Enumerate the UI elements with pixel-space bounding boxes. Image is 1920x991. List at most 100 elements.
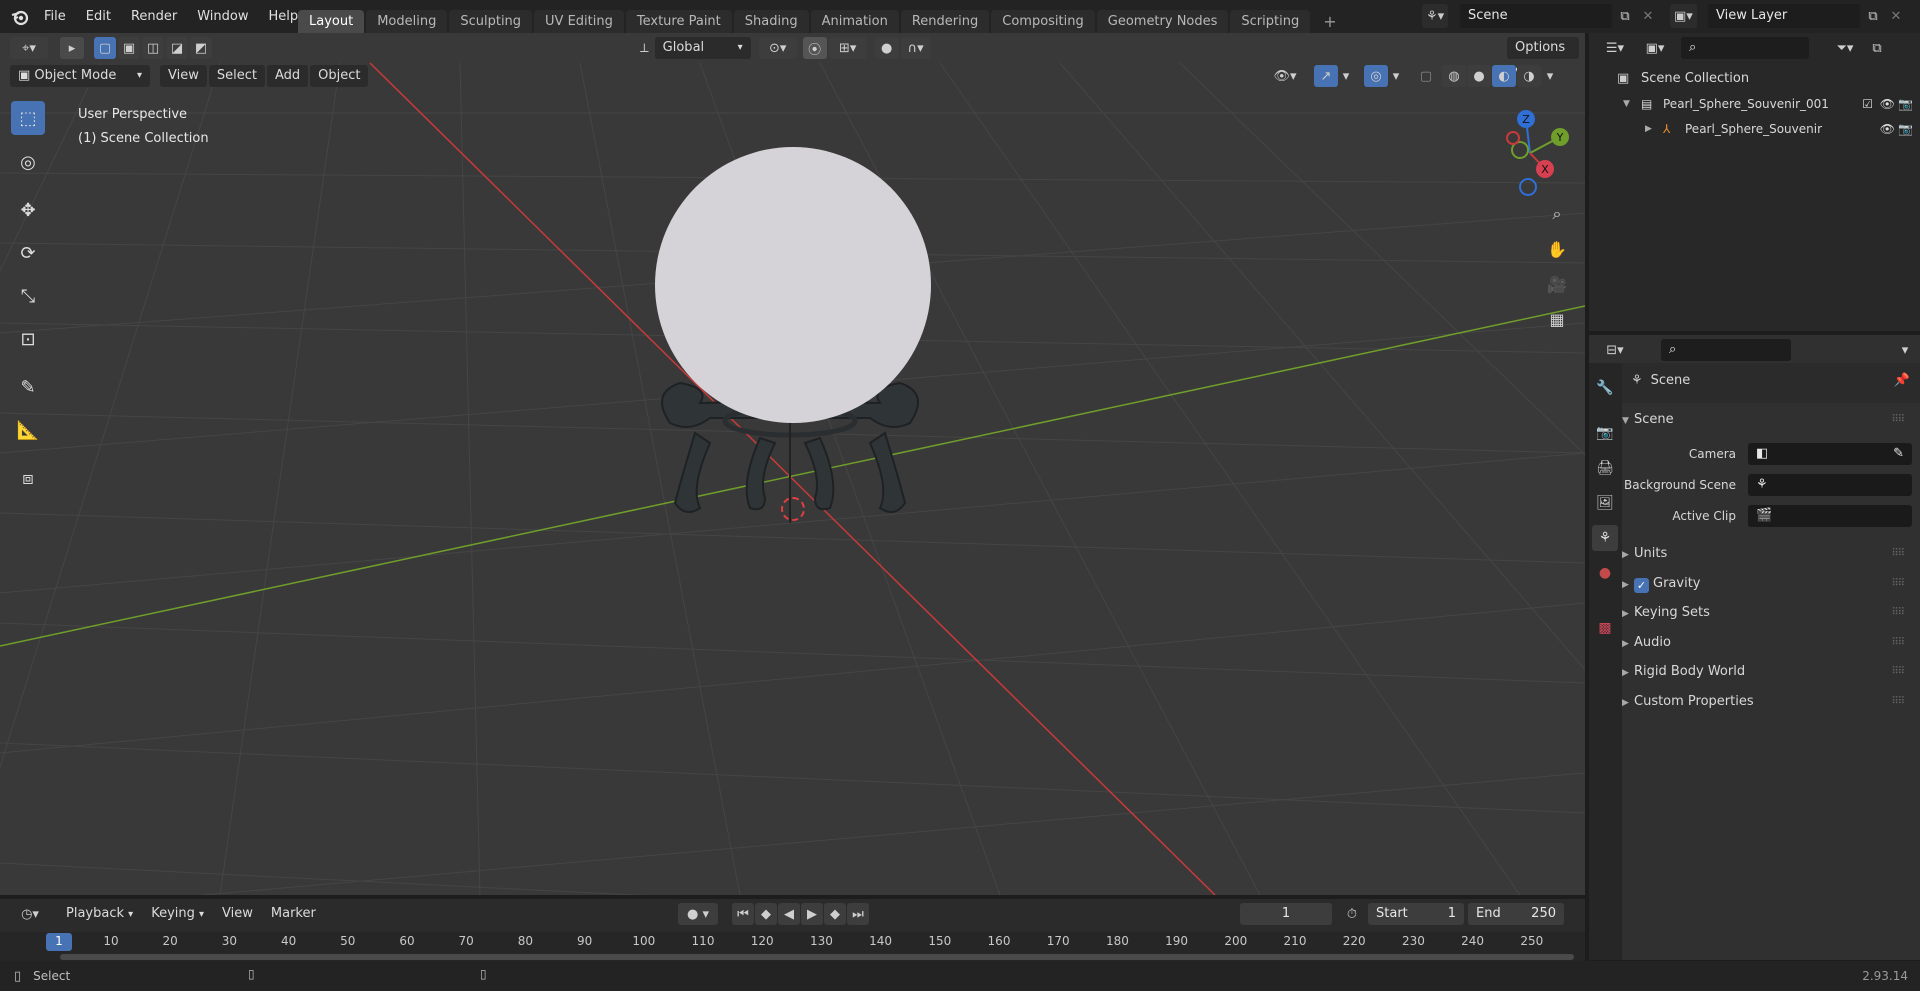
shading-material-icon[interactable]: ◐: [1492, 65, 1516, 87]
timeline-menu-view[interactable]: View: [214, 903, 261, 925]
add-workspace-button[interactable]: +: [1312, 10, 1347, 33]
jump-end-icon[interactable]: ⏭: [847, 903, 869, 925]
timeline-menu-keying[interactable]: Keying ▾: [143, 903, 213, 925]
world-tab-icon[interactable]: ●: [1592, 560, 1618, 586]
scene-selector[interactable]: ⚘▾: [1422, 4, 1449, 28]
viewport-menu-view[interactable]: View: [160, 65, 207, 87]
tool-tab-icon[interactable]: 🔧: [1592, 375, 1618, 401]
close-view-layer-icon[interactable]: ✕: [1886, 5, 1906, 27]
outliner-filter-icon[interactable]: ⏷▾: [1827, 37, 1863, 59]
timeline-menu-marker[interactable]: Marker: [262, 903, 324, 925]
outliner-editor-type-icon[interactable]: ☰▾: [1597, 37, 1633, 59]
pivot-point-icon[interactable]: ⊙▾: [758, 37, 797, 59]
drag-handle-icon[interactable]: ⠿⠿: [1891, 572, 1905, 596]
current-frame-field[interactable]: 1: [1240, 903, 1332, 925]
drag-handle-icon[interactable]: ⠿⠿: [1891, 660, 1905, 684]
tab-layout[interactable]: Layout: [298, 10, 365, 33]
scene-panel-header[interactable]: ▼ Scene ⠿⠿: [1622, 408, 1912, 432]
custom-properties-panel-header[interactable]: ▶ Custom Properties ⠿⠿: [1622, 690, 1912, 714]
close-scene-icon[interactable]: ✕: [1638, 5, 1658, 27]
menu-edit[interactable]: Edit: [76, 0, 121, 33]
pan-view-icon[interactable]: ✋: [1545, 238, 1569, 260]
measure-tool-icon[interactable]: 📐: [11, 413, 45, 447]
overlay-dropdown-icon[interactable]: ▾: [1388, 65, 1404, 87]
tab-texture-paint[interactable]: Texture Paint: [625, 10, 732, 33]
rotate-tool-icon[interactable]: ⟳: [11, 236, 45, 270]
stopwatch-icon[interactable]: ⏱: [1340, 903, 1364, 925]
new-scene-icon[interactable]: ⧉: [1614, 5, 1636, 27]
output-tab-icon[interactable]: 🖨: [1592, 455, 1618, 481]
viewport-menu-object[interactable]: Object: [310, 65, 369, 87]
select-mode-tool-icon[interactable]: ▸: [60, 37, 84, 59]
rigid-body-world-panel-header[interactable]: ▶ Rigid Body World ⠿⠿: [1622, 660, 1912, 684]
gizmo-dropdown-icon[interactable]: ▾: [1338, 65, 1354, 87]
tab-shading[interactable]: Shading: [733, 10, 809, 33]
background-scene-field[interactable]: ⚘: [1748, 474, 1912, 496]
proportional-edit-icon[interactable]: ●: [874, 37, 899, 59]
start-frame-field[interactable]: Start 1: [1368, 903, 1464, 925]
camera-render-icon[interactable]: 📷: [1898, 97, 1913, 111]
auto-keying-icon[interactable]: ● ▾: [678, 903, 718, 925]
navigation-gizmo[interactable]: Z Y X: [1480, 103, 1580, 203]
texture-tab-icon[interactable]: ▩: [1592, 615, 1618, 641]
select-box-invert-icon[interactable]: ◪: [166, 37, 188, 59]
active-clip-field[interactable]: 🎬: [1748, 505, 1912, 527]
end-frame-field[interactable]: End 250: [1468, 903, 1564, 925]
select-box-intersect-icon[interactable]: ◩: [190, 37, 212, 59]
drag-handle-icon[interactable]: ⠿⠿: [1891, 690, 1905, 714]
snap-target-icon[interactable]: ⊞▾: [828, 37, 867, 59]
gravity-checkbox[interactable]: ✓: [1634, 578, 1649, 593]
tab-animation[interactable]: Animation: [810, 10, 899, 33]
ortho-toggle-icon[interactable]: ▦: [1545, 308, 1569, 330]
shading-wireframe-icon[interactable]: ◍: [1442, 65, 1466, 87]
camera-render-icon[interactable]: 📷: [1898, 122, 1913, 136]
snap-icon[interactable]: ⦿: [802, 37, 827, 59]
select-box-new-icon[interactable]: ▢: [94, 37, 116, 59]
tab-uv-editing[interactable]: UV Editing: [534, 10, 624, 33]
drag-handle-icon[interactable]: ⠿⠿: [1891, 542, 1905, 566]
outliner-item-collection[interactable]: ▼ ▤ Pearl_Sphere_Souvenir_001 ☑ 👁 📷: [1623, 93, 1913, 115]
annotate-tool-icon[interactable]: ✎: [11, 370, 45, 404]
play-reverse-icon[interactable]: ◀: [778, 903, 800, 925]
scene-name-field[interactable]: Scene: [1460, 4, 1612, 28]
units-panel-header[interactable]: ▶ Units ⠿⠿: [1622, 542, 1912, 566]
timeline-editor-type-icon[interactable]: ◷▾: [12, 903, 48, 925]
scale-tool-icon[interactable]: ⤡: [11, 279, 45, 313]
drag-handle-icon[interactable]: ⠿⠿: [1891, 408, 1905, 432]
exclude-checkbox-icon[interactable]: ☑: [1862, 97, 1873, 111]
shading-rendered-icon[interactable]: ◑: [1517, 65, 1541, 87]
shading-dropdown-icon[interactable]: ▾: [1541, 65, 1559, 87]
drag-handle-icon[interactable]: ⠿⠿: [1891, 601, 1905, 625]
properties-search-input[interactable]: ⌕: [1661, 339, 1791, 361]
render-tab-icon[interactable]: 📷: [1592, 420, 1618, 446]
audio-panel-header[interactable]: ▶ Audio ⠿⠿: [1622, 631, 1912, 655]
eye-icon[interactable]: 👁: [1880, 97, 1895, 111]
outliner-scene-collection[interactable]: ▣ Scene Collection: [1617, 67, 1749, 89]
object-mode-dropdown[interactable]: ▣ Object Mode ▾: [10, 65, 150, 87]
cursor-tool-icon[interactable]: ◎: [11, 145, 45, 179]
prev-keyframe-icon[interactable]: ◆: [755, 903, 777, 925]
transform-orientation-dropdown[interactable]: Global ▾: [654, 37, 751, 59]
zoom-view-icon[interactable]: ⌕: [1545, 203, 1569, 225]
timeline-menu-playback[interactable]: Playback ▾: [58, 903, 142, 925]
pearl-sphere-object[interactable]: [640, 103, 940, 553]
jump-start-icon[interactable]: ⏮: [732, 903, 754, 925]
transform-tool-icon[interactable]: ⊡: [11, 322, 45, 356]
collapse-arrow-icon[interactable]: ▶: [1645, 124, 1663, 134]
shading-solid-icon[interactable]: ●: [1467, 65, 1491, 87]
tab-rendering[interactable]: Rendering: [900, 10, 990, 33]
outliner-search-input[interactable]: ⌕: [1681, 37, 1809, 59]
tab-compositing[interactable]: Compositing: [991, 10, 1095, 33]
properties-options-icon[interactable]: ▾: [1895, 339, 1915, 361]
expand-arrow-icon[interactable]: ▼: [1623, 99, 1641, 109]
view-layer-selector[interactable]: ▣▾: [1670, 4, 1697, 28]
visibility-icon[interactable]: 👁▾: [1266, 65, 1304, 87]
move-tool-icon[interactable]: ✥: [11, 193, 45, 227]
outliner-item-object[interactable]: ▶ ⅄ Pearl_Sphere_Souvenir 👁 📷: [1645, 118, 1913, 140]
menu-file[interactable]: File: [34, 0, 76, 33]
gizmo-toggle-icon[interactable]: ↗: [1314, 65, 1338, 87]
keying-sets-panel-header[interactable]: ▶ Keying Sets ⠿⠿: [1622, 601, 1912, 625]
outliner-display-mode-icon[interactable]: ▣▾: [1637, 37, 1673, 59]
drag-handle-icon[interactable]: ⠿⠿: [1891, 631, 1905, 655]
tab-modeling[interactable]: Modeling: [366, 10, 448, 33]
